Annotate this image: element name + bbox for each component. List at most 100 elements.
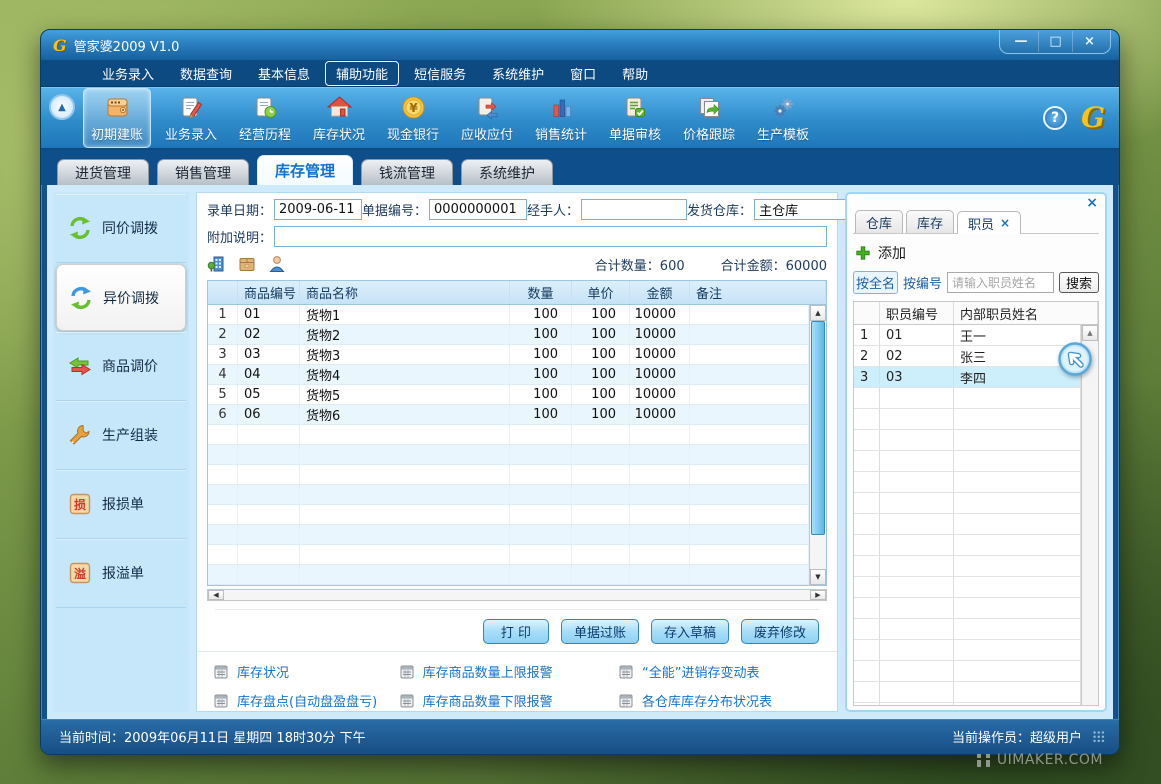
staff-row[interactable]	[854, 703, 1081, 706]
menu-item-5[interactable]: 短信服务	[403, 61, 477, 86]
tab-close-icon[interactable]: ×	[1000, 216, 1010, 230]
staff-row[interactable]	[854, 472, 1081, 493]
tab-2[interactable]: 销售管理	[157, 159, 249, 185]
print-button[interactable]: 打 印	[483, 619, 549, 644]
save-draft-button[interactable]: 存入草稿	[651, 619, 729, 644]
add-button[interactable]: 添加	[855, 243, 1097, 263]
menu-item-6[interactable]: 系统维护	[481, 61, 555, 86]
sidebar-item-5[interactable]: 损报损单	[56, 470, 186, 539]
sidebar-item-4[interactable]: 生产组装	[56, 401, 186, 470]
filter-by-fullname[interactable]: 按全名	[853, 271, 898, 294]
collapse-toolbar-button[interactable]: ▲	[49, 94, 75, 120]
help-icon[interactable]: ?	[1043, 106, 1067, 130]
staff-row[interactable]: 202张三	[854, 346, 1081, 367]
staff-row[interactable]	[854, 409, 1081, 430]
staff-row[interactable]	[854, 514, 1081, 535]
column-header-2[interactable]: 商品编号	[238, 281, 300, 304]
column-header-1[interactable]	[208, 281, 238, 304]
toolbar-button-9[interactable]: 价格跟踪	[675, 88, 743, 148]
sidebar-item-2[interactable]: 异价调拨	[56, 264, 186, 331]
filter-by-code[interactable]: 按编号	[903, 273, 942, 292]
staff-scrollbar[interactable]: ▲ ▼	[1081, 325, 1098, 706]
discard-changes-button[interactable]: 废弃修改	[741, 619, 819, 644]
staff-row[interactable]	[854, 577, 1081, 598]
toolbar-button-8[interactable]: 单据审核	[601, 88, 669, 148]
staff-row[interactable]	[854, 640, 1081, 661]
search-input[interactable]	[947, 272, 1054, 293]
scroll-left-icon[interactable]: ◀	[208, 590, 224, 600]
sidebar-item-6[interactable]: 溢报溢单	[56, 539, 186, 608]
table-row[interactable]: 202货物210010010000	[208, 325, 809, 345]
toolbar-button-6[interactable]: 应收应付	[453, 88, 521, 148]
report-link-6[interactable]: 各仓库库存分布状况表	[618, 691, 821, 710]
menu-item-8[interactable]: 帮助	[611, 61, 659, 86]
column-header-5[interactable]: 单价	[572, 281, 630, 304]
table-row[interactable]	[208, 445, 809, 465]
lookup-tab-1[interactable]: 仓库	[855, 210, 903, 233]
table-row[interactable]: 505货物510010010000	[208, 385, 809, 405]
toolbar-button-7[interactable]: 销售统计	[527, 88, 595, 148]
menu-item-4[interactable]: 辅助功能	[325, 61, 399, 86]
staff-row[interactable]	[854, 619, 1081, 640]
staff-row[interactable]	[854, 661, 1081, 682]
toolbar-button-3[interactable]: 经营历程	[231, 88, 299, 148]
report-link-1[interactable]: 库存状况	[213, 662, 391, 681]
menu-item-1[interactable]: 业务录入	[91, 61, 165, 86]
resize-grip[interactable]	[1092, 730, 1105, 743]
toolbar-button-10[interactable]: 生产模板	[749, 88, 817, 148]
staff-row[interactable]	[854, 535, 1081, 556]
table-row[interactable]: 404货物410010010000	[208, 365, 809, 385]
building-icon[interactable]	[207, 254, 227, 274]
toolbar-button-4[interactable]: 库存状况	[305, 88, 373, 148]
toolbar-button-5[interactable]: ¥现金银行	[379, 88, 447, 148]
column-header-3[interactable]: 商品名称	[300, 281, 510, 304]
report-link-4[interactable]: 库存盘点(自动盘盈盘亏)	[213, 691, 391, 710]
staff-column-header-2[interactable]: 职员编号	[880, 302, 954, 324]
scroll-down-icon[interactable]: ▼	[810, 569, 826, 585]
sidebar-item-3[interactable]: 商品调价	[56, 332, 186, 401]
note-input[interactable]	[274, 226, 827, 247]
sidebar-item-1[interactable]: 同价调拨	[56, 194, 186, 263]
post-voucher-button[interactable]: 单据过账	[561, 619, 639, 644]
table-row[interactable]	[208, 425, 809, 445]
toolbar-button-1[interactable]: 初期建账	[83, 88, 151, 148]
search-button[interactable]: 搜索	[1059, 272, 1099, 293]
staff-row[interactable]	[854, 451, 1081, 472]
tab-1[interactable]: 进货管理	[57, 159, 149, 185]
close-button[interactable]: ×	[1072, 31, 1106, 52]
staff-row[interactable]	[854, 430, 1081, 451]
horizontal-scrollbar[interactable]: ◀ ▶	[207, 589, 827, 601]
staff-column-header-3[interactable]: 内部职员姓名	[954, 302, 1098, 324]
lookup-tab-2[interactable]: 库存	[906, 210, 954, 233]
table-row[interactable]: 606货物610010010000	[208, 405, 809, 425]
tab-5[interactable]: 系统维护	[461, 159, 553, 185]
tab-3[interactable]: 库存管理	[257, 155, 353, 185]
scrollbar-thumb[interactable]	[811, 321, 825, 535]
table-row[interactable]	[208, 505, 809, 525]
table-row[interactable]: 303货物310010010000	[208, 345, 809, 365]
table-row[interactable]	[208, 565, 809, 585]
staff-row[interactable]	[854, 493, 1081, 514]
staff-row[interactable]	[854, 556, 1081, 577]
person-icon[interactable]	[267, 254, 287, 274]
scroll-right-icon[interactable]: ▶	[810, 590, 826, 600]
panel-close-icon[interactable]: ×	[1086, 195, 1098, 212]
table-row[interactable]	[208, 465, 809, 485]
scroll-up-icon[interactable]: ▲	[810, 305, 826, 321]
table-row[interactable]: 101货物110010010000	[208, 305, 809, 325]
staff-row[interactable]	[854, 388, 1081, 409]
column-header-7[interactable]: 备注	[690, 281, 826, 304]
vertical-scrollbar[interactable]: ▲ ▼	[809, 305, 826, 585]
menu-item-3[interactable]: 基本信息	[247, 61, 321, 86]
staff-row[interactable]	[854, 682, 1081, 703]
form-field-input[interactable]	[429, 199, 527, 220]
table-row[interactable]	[208, 545, 809, 565]
report-link-2[interactable]: 库存商品数量上限报警	[399, 662, 610, 681]
lookup-tab-3[interactable]: 职员×	[957, 211, 1021, 234]
form-field-input[interactable]	[581, 199, 687, 220]
toolbar-button-2[interactable]: 业务录入	[157, 88, 225, 148]
minimize-button[interactable]: —	[1004, 31, 1038, 52]
maximize-button[interactable]: □	[1038, 31, 1072, 52]
menu-item-7[interactable]: 窗口	[559, 61, 607, 86]
table-row[interactable]	[208, 485, 809, 505]
